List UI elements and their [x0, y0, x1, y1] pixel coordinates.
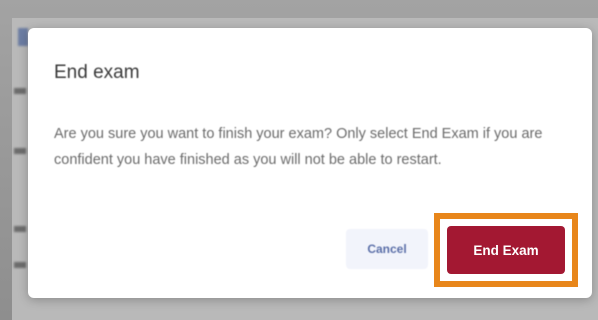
background-accent [18, 28, 28, 46]
background-strip [14, 88, 26, 94]
dialog-title: End exam [54, 62, 140, 83]
background-strip [14, 148, 26, 154]
end-exam-button[interactable]: End Exam [447, 226, 565, 274]
dialog-message: Are you sure you want to finish your exa… [54, 126, 543, 168]
background-strip [14, 262, 26, 268]
background-strip [14, 226, 26, 232]
cancel-button[interactable]: Cancel [346, 229, 428, 269]
